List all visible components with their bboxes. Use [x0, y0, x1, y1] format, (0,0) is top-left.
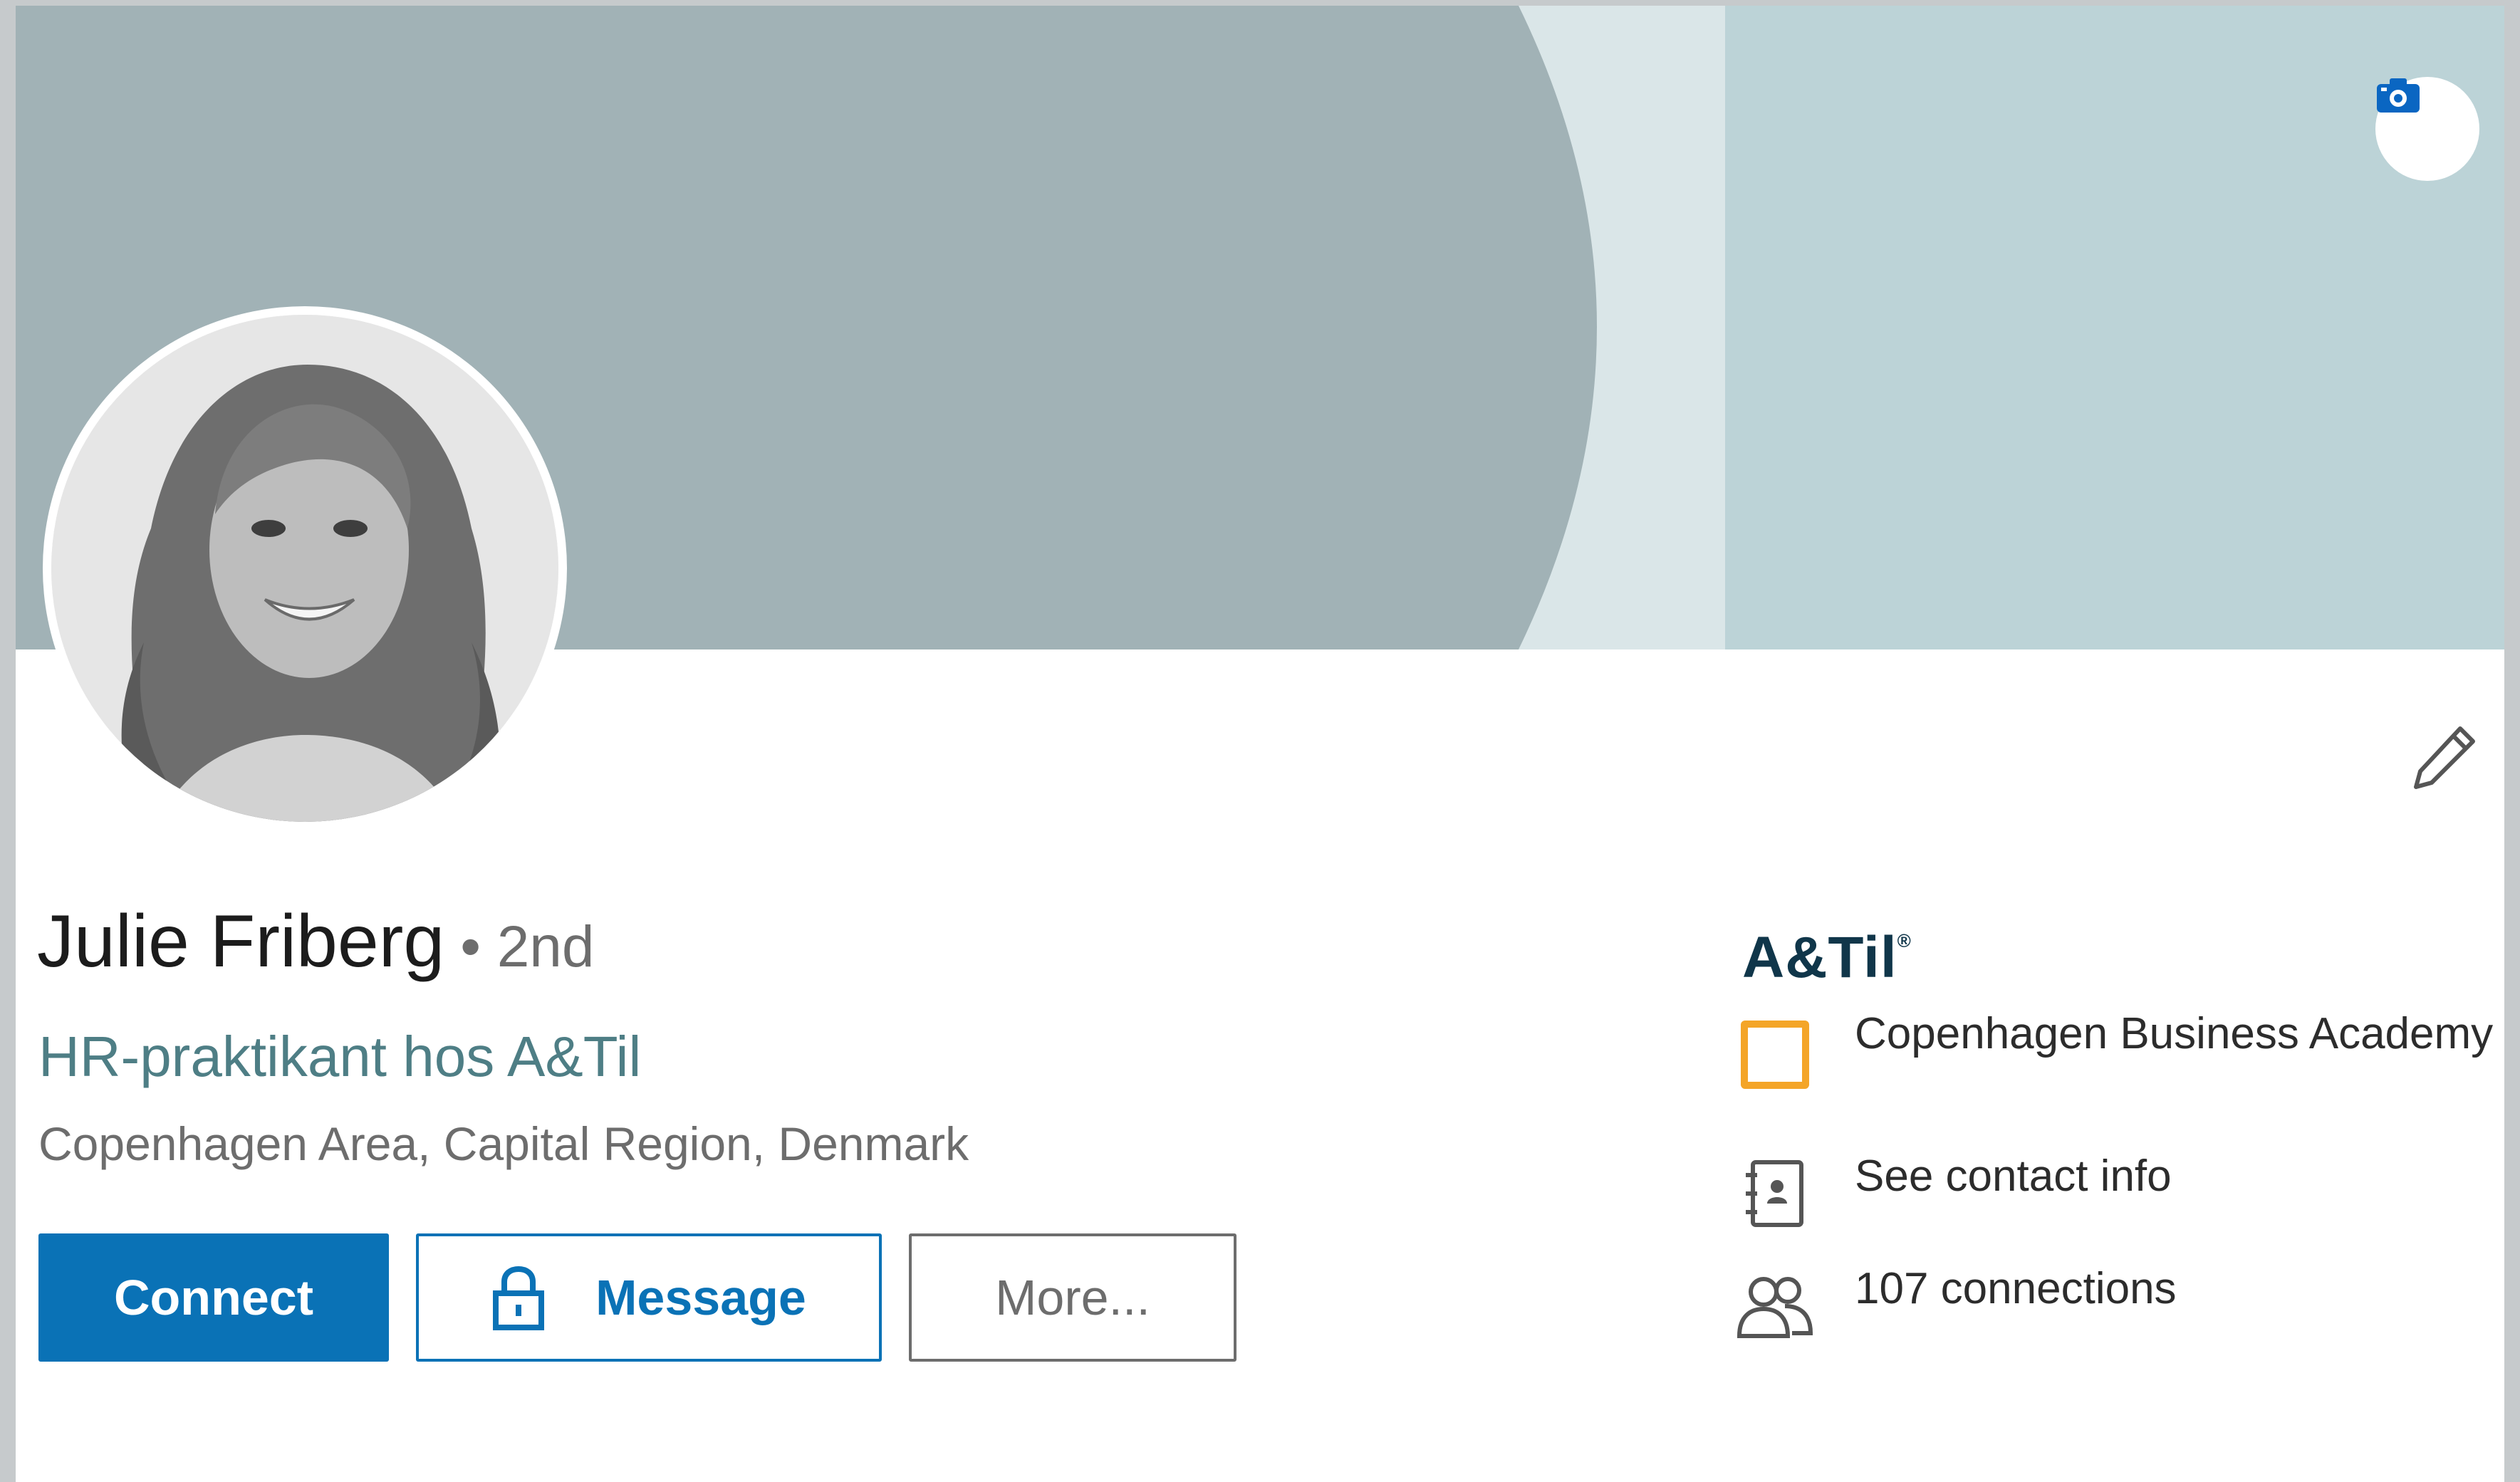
connect-button[interactable]: Connect — [38, 1233, 389, 1362]
more-button[interactable]: More... — [909, 1233, 1236, 1362]
connection-degree: • 2nd — [460, 914, 595, 979]
school-name: Copenhagen Business Academy — [1855, 1009, 2494, 1058]
lock-icon — [491, 1265, 546, 1330]
edit-profile-button[interactable] — [2405, 718, 2484, 796]
profile-card: Julie Friberg • 2nd HR-praktikant hos A&… — [16, 6, 2504, 1482]
education-item[interactable]: Copenhagen Business Academy — [1725, 1001, 2496, 1108]
profile-headline: HR-praktikant hos A&Til — [38, 1025, 642, 1088]
company-logo-mark: ® — [1897, 930, 1912, 951]
company-logo-text: A&Til — [1742, 925, 1897, 990]
profile-photo[interactable] — [43, 306, 567, 830]
connections-item[interactable]: 107 connections — [1725, 1256, 2177, 1356]
profile-location: Copenhagen Area, Capital Region, Denmark — [38, 1117, 969, 1170]
people-icon — [1725, 1256, 1825, 1356]
pencil-icon — [2414, 726, 2475, 789]
address-book-icon — [1725, 1144, 1825, 1243]
camera-icon — [2377, 78, 2420, 113]
name-row: Julie Friberg • 2nd — [37, 899, 595, 984]
contact-info-item[interactable]: See contact info — [1725, 1144, 2172, 1243]
company-logo[interactable]: A&Til® — [1742, 924, 1912, 991]
contact-info-link: See contact info — [1855, 1152, 2172, 1201]
connections-count: 107 connections — [1855, 1264, 2177, 1313]
school-logo-icon — [1725, 1001, 1825, 1108]
profile-name: Julie Friberg — [37, 900, 445, 983]
edit-banner-camera-button[interactable] — [2375, 77, 2479, 181]
more-button-label: More... — [995, 1270, 1150, 1325]
message-button-label: Message — [595, 1270, 806, 1325]
profile-photo-image — [51, 315, 558, 822]
connect-button-label: Connect — [114, 1270, 313, 1325]
message-button[interactable]: Message — [416, 1233, 882, 1362]
